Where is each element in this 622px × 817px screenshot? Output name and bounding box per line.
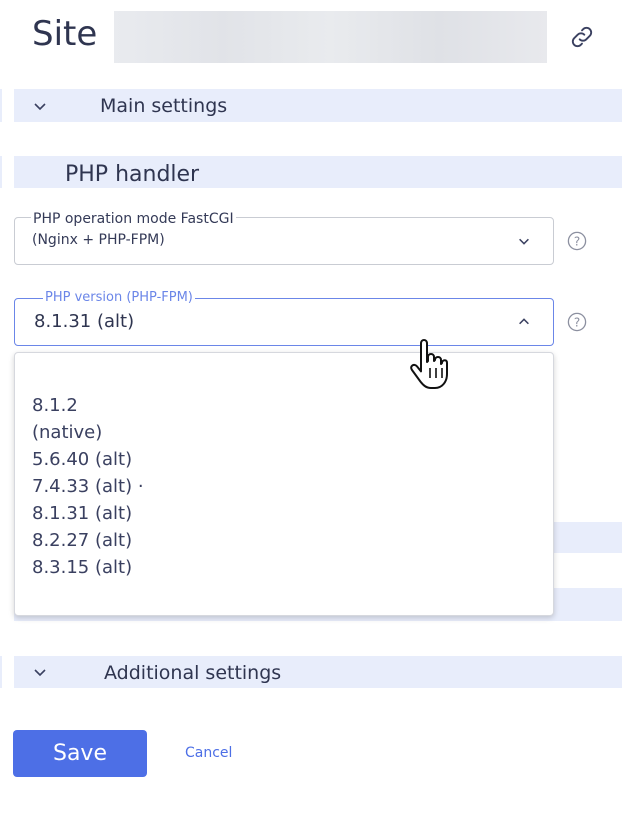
site-name-redacted (114, 11, 547, 63)
link-icon[interactable] (568, 23, 596, 51)
section-title-main: Main settings (100, 95, 228, 117)
chevron-up-icon[interactable] (517, 315, 531, 329)
php-version-value: 8.1.31 (alt) (34, 311, 135, 332)
dropdown-option[interactable]: 8.3.15 (alt) (32, 554, 132, 581)
php-version-dropdown: 8.1.2 (native) 5.6.40 (alt) 7.4.33 (alt)… (14, 352, 554, 616)
php-version-select[interactable]: PHP version (PHP-FPM) 8.1.31 (alt) (14, 290, 554, 346)
section-title-php-handler: PHP handler (65, 162, 200, 187)
section-edge (0, 89, 2, 122)
dropdown-option[interactable]: 8.2.27 (alt) (32, 527, 132, 554)
section-edge (0, 656, 2, 688)
cancel-link[interactable]: Cancel (185, 745, 232, 761)
dropdown-option[interactable]: 5.6.40 (alt) (32, 446, 132, 473)
site-settings-page: Site Main settings PHP handler PHP opera… (0, 0, 622, 817)
dropdown-option[interactable]: 8.1.2 (32, 392, 78, 419)
chevron-down-icon[interactable] (32, 664, 48, 680)
dropdown-option[interactable]: 7.4.33 (alt) · (32, 473, 144, 500)
page-title: Site (32, 14, 98, 54)
svg-text:?: ? (574, 316, 580, 330)
hand-pointer-icon (410, 339, 448, 389)
question-circle-icon[interactable]: ? (567, 231, 587, 251)
section-edge (0, 156, 2, 188)
chevron-down-icon[interactable] (517, 234, 531, 248)
svg-text:?: ? (574, 235, 580, 249)
php-version-label: PHP version (PHP-FPM) (43, 290, 195, 305)
question-circle-icon[interactable]: ? (567, 312, 587, 332)
chevron-down-icon[interactable] (32, 98, 48, 114)
save-button[interactable]: Save (13, 730, 147, 777)
php-mode-value: (Nginx + PHP-FPM) (32, 232, 165, 248)
php-mode-label: PHP operation mode FastCGI (31, 211, 236, 227)
dropdown-option[interactable]: 8.1.31 (alt) (32, 500, 132, 527)
dropdown-option[interactable]: (native) (32, 419, 102, 446)
section-title-additional: Additional settings (104, 662, 282, 684)
php-mode-select[interactable]: PHP operation mode FastCGI (Nginx + PHP-… (14, 211, 554, 265)
